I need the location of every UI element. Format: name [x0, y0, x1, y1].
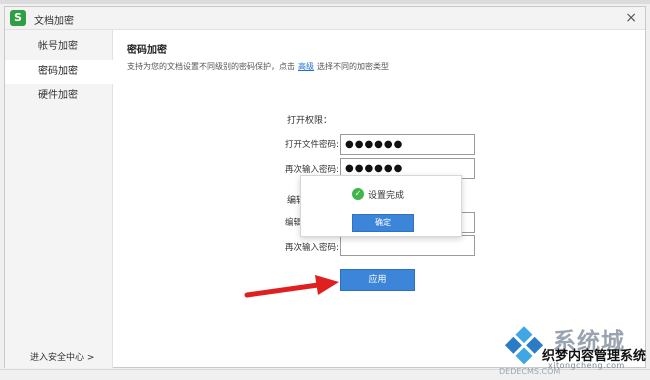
red-arrow-icon: [244, 275, 339, 298]
watermark-url: DEDECMS.COM: [499, 367, 561, 376]
description-suffix: 选择不同的加密类型: [317, 62, 389, 71]
advanced-link[interactable]: 高级: [298, 62, 314, 71]
apply-button[interactable]: 应用: [340, 269, 415, 291]
check-icon: ✓: [352, 188, 364, 200]
document-encryption-dialog: S 文档加密 × 帐号加密 密码加密 硬件加密 进入安全中心 > 密码加密 支持…: [4, 6, 646, 368]
watermark-logo-icon: [504, 326, 544, 365]
sidebar: 帐号加密 密码加密 硬件加密 进入安全中心 >: [5, 30, 113, 368]
confirm-open-password-label: 再次输入密码:: [285, 165, 339, 175]
confirm-edit-password-field[interactable]: [340, 235, 475, 256]
confirm-button[interactable]: 确定: [352, 214, 414, 232]
screen-background: S 文档加密 × 帐号加密 密码加密 硬件加密 进入安全中心 > 密码加密 支持…: [0, 0, 650, 380]
open-permission-label: 打开权限：: [287, 116, 333, 126]
security-center-link[interactable]: 进入安全中心 >: [30, 350, 94, 363]
confirm-edit-password-label: 再次输入密码:: [285, 243, 339, 253]
wps-logo-icon: S: [10, 10, 26, 26]
success-toast: ✓ 设置完成 确定: [300, 175, 462, 237]
watermark: 系统城 织梦内容管理系统 xitongcheng.com DEDECMS.COM: [496, 322, 646, 376]
open-password-label: 打开文件密码:: [285, 140, 339, 150]
sidebar-item-account-encryption[interactable]: 帐号加密: [5, 35, 113, 59]
description-prefix: 支持为您的文档设置不同级别的密码保护，点击: [127, 62, 295, 71]
title-bar: S 文档加密 ×: [5, 7, 645, 30]
open-password-field[interactable]: ●●●●●●: [340, 134, 475, 155]
sidebar-item-password-encryption[interactable]: 密码加密: [5, 60, 113, 84]
page-title: 密码加密: [127, 45, 167, 56]
close-icon[interactable]: ×: [625, 10, 637, 26]
toast-message: 设置完成: [368, 191, 405, 201]
sidebar-item-hardware-encryption[interactable]: 硬件加密: [5, 84, 113, 108]
window-title: 文档加密: [34, 16, 74, 27]
top-strip: [0, 0, 650, 4]
description: 支持为您的文档设置不同级别的密码保护，点击 高级 选择不同的加密类型: [127, 61, 389, 72]
